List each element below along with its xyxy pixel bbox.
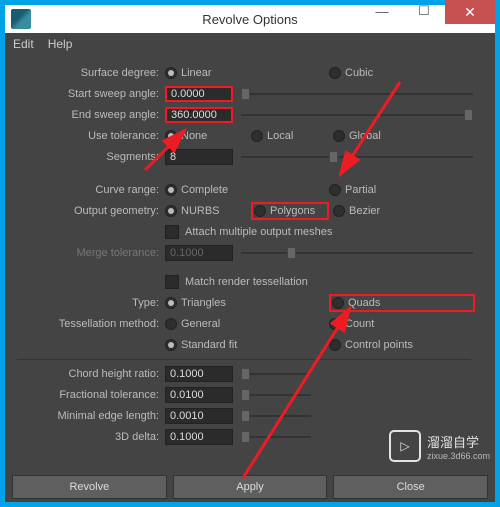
slider-end-sweep[interactable] (241, 109, 473, 121)
radio-none[interactable]: None (165, 130, 247, 142)
label-surface-degree: Surface degree: (5, 67, 165, 79)
checkbox-attach-meshes[interactable] (165, 225, 179, 239)
radio-linear[interactable]: Linear (165, 67, 247, 79)
maximize-button[interactable]: ☐ (403, 0, 445, 22)
label-type: Type: (5, 297, 165, 309)
radio-cubic[interactable]: Cubic (329, 67, 475, 79)
input-3d-delta[interactable] (165, 429, 233, 445)
radio-partial[interactable]: Partial (329, 184, 475, 196)
input-end-sweep[interactable] (165, 107, 233, 123)
input-chord-height[interactable] (165, 366, 233, 382)
radio-global[interactable]: Global (333, 130, 475, 142)
menu-help[interactable]: Help (48, 37, 73, 51)
menu-edit[interactable]: Edit (13, 37, 34, 51)
radio-standard-fit[interactable]: Standard fit (165, 339, 247, 351)
slider-segments[interactable] (241, 151, 473, 163)
watermark: ▷ 溜溜自学 zixue.3d66.com (389, 430, 490, 462)
minimize-button[interactable]: — (361, 0, 403, 22)
input-frac-tol[interactable] (165, 387, 233, 403)
label-match-tess: Match render tessellation (185, 276, 308, 288)
slider-start-sweep[interactable] (241, 88, 473, 100)
slider-frac-tol[interactable] (241, 389, 473, 401)
checkbox-match-tess[interactable] (165, 275, 179, 289)
radio-triangles[interactable]: Triangles (165, 297, 247, 309)
input-start-sweep[interactable] (165, 86, 233, 102)
label-frac-tol: Fractional tolerance: (5, 389, 165, 401)
radio-count[interactable]: Count (329, 318, 475, 330)
slider-min-edge[interactable] (241, 410, 473, 422)
label-start-sweep: Start sweep angle: (5, 88, 165, 100)
label-3d-delta: 3D delta: (5, 431, 165, 443)
titlebar: Revolve Options — ☐ ✕ (5, 5, 495, 33)
label-curve-range: Curve range: (5, 184, 165, 196)
radio-general[interactable]: General (165, 318, 247, 330)
label-end-sweep: End sweep angle: (5, 109, 165, 121)
label-chord-height: Chord height ratio: (5, 368, 165, 380)
radio-quads[interactable]: Quads (329, 294, 475, 312)
label-segments: Segments: (5, 151, 165, 163)
slider-chord-height[interactable] (241, 368, 473, 380)
label-min-edge: Minimal edge length: (5, 410, 165, 422)
revolve-button[interactable]: Revolve (12, 475, 167, 499)
label-use-tolerance: Use tolerance: (5, 130, 165, 142)
radio-complete[interactable]: Complete (165, 184, 247, 196)
menubar: Edit Help (5, 33, 495, 55)
label-merge-tolerance: Merge tolerance: (5, 247, 165, 259)
radio-control-points[interactable]: Control points (329, 339, 475, 351)
input-segments[interactable] (165, 149, 233, 165)
slider-merge-tolerance (241, 247, 473, 259)
play-icon: ▷ (389, 430, 421, 462)
close-button[interactable]: ✕ (445, 0, 495, 24)
apply-button[interactable]: Apply (173, 475, 328, 499)
label-output-geometry: Output geometry: (5, 205, 165, 217)
label-attach-meshes: Attach multiple output meshes (185, 226, 332, 238)
app-icon (11, 9, 31, 29)
radio-nurbs[interactable]: NURBS (165, 205, 247, 217)
close-button-bottom[interactable]: Close (333, 475, 488, 499)
radio-local[interactable]: Local (251, 130, 329, 142)
input-min-edge[interactable] (165, 408, 233, 424)
window-title: Revolve Options (202, 12, 297, 27)
input-merge-tolerance (165, 245, 233, 261)
radio-polygons[interactable]: Polygons (251, 202, 329, 220)
radio-bezier[interactable]: Bezier (333, 205, 475, 217)
label-tess-method: Tessellation method: (5, 318, 165, 330)
